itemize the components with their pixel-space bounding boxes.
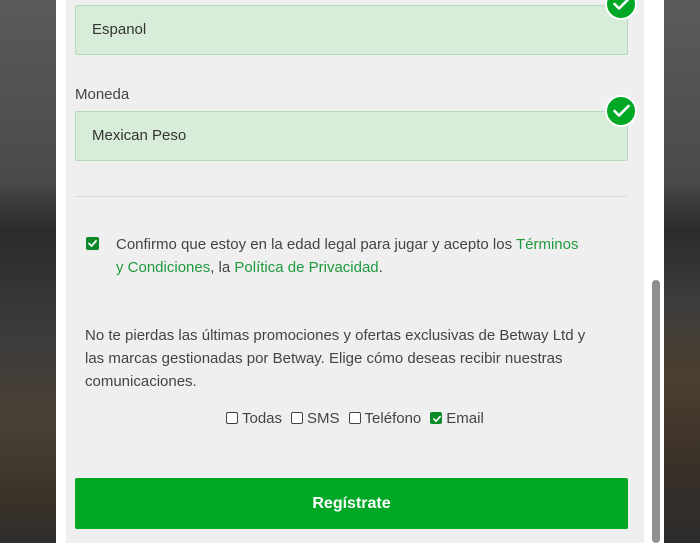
channel-label: Todas [242, 409, 283, 427]
legal-age-checkbox[interactable] [86, 237, 99, 250]
privacy-link[interactable]: Política de Privacidad [234, 259, 378, 276]
channel-email[interactable]: Email [430, 410, 484, 427]
communication-channels: Todas SMS Teléfono Email [226, 408, 493, 428]
currency-label: Moneda [75, 86, 130, 103]
channel-todas[interactable]: Todas [226, 410, 282, 427]
scrollbar[interactable] [650, 0, 662, 543]
checkbox-unchecked-icon[interactable] [291, 412, 304, 424]
scrollbar-thumb[interactable] [652, 280, 660, 543]
language-field[interactable]: Espanol [75, 5, 628, 55]
channel-label: Teléfono [364, 409, 422, 427]
background-left [0, 0, 56, 543]
registration-form: Espanol Moneda Mexican Peso Confirmo que… [66, 0, 644, 543]
background-right [664, 0, 700, 543]
checkbox-checked-icon[interactable] [430, 412, 443, 424]
promotions-text: No te pierdas las últimas promociones y … [85, 327, 586, 390]
registration-modal: Espanol Moneda Mexican Peso Confirmo que… [56, 0, 664, 543]
legal-prefix: Confirmo que estoy en la edad legal para… [116, 236, 516, 253]
channel-label: Email [446, 409, 484, 427]
legal-confirmation-text: Confirmo que estoy en la edad legal para… [116, 233, 586, 279]
register-button[interactable]: Regístrate [75, 478, 628, 529]
channel-sms[interactable]: SMS [291, 410, 340, 427]
checkmark-circle-icon [605, 95, 637, 127]
channel-label: SMS [307, 409, 340, 427]
language-value: Espanol [92, 21, 147, 38]
channel-telefono[interactable]: Teléfono [348, 409, 422, 427]
legal-separator: , la [210, 259, 235, 276]
currency-value: Mexican Peso [92, 127, 187, 144]
legal-suffix: . [378, 259, 383, 276]
checkbox-unchecked-icon[interactable] [348, 412, 361, 424]
currency-field[interactable]: Mexican Peso [75, 111, 628, 161]
checkbox-unchecked-icon[interactable] [226, 412, 238, 424]
divider [75, 196, 628, 197]
